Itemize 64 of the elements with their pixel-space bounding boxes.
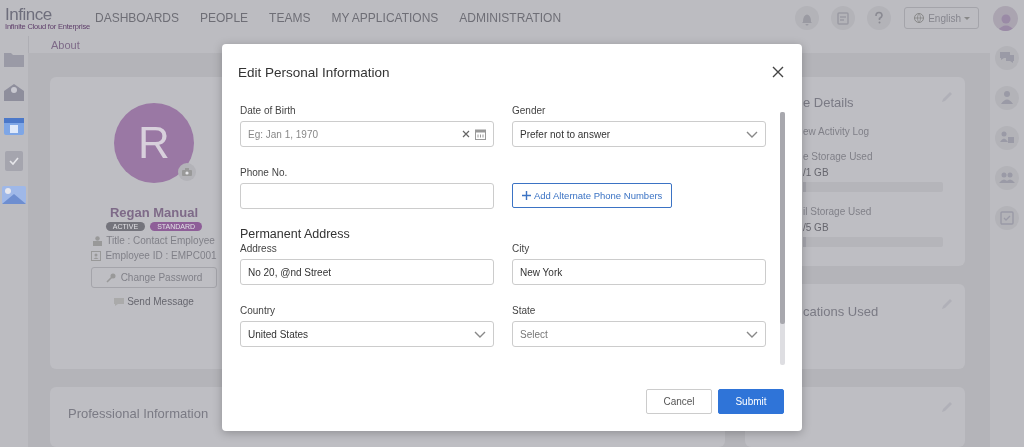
select-field[interactable]: United States: [240, 321, 494, 347]
field-label: Address: [240, 243, 278, 256]
checklist-icon[interactable]: [4, 150, 24, 172]
caret-icon: [964, 16, 970, 20]
speech-bubble-icon: [114, 297, 125, 306]
meter-reading: /5 GB: [803, 222, 829, 233]
date-field[interactable]: Eg: Jan 1, 1970: [240, 121, 494, 147]
input-field[interactable]: New York: [512, 259, 766, 285]
globe-icon: [913, 12, 926, 24]
card-title: e Details: [803, 95, 854, 110]
logo-text: Infince: [5, 5, 53, 23]
camera-icon: [182, 168, 192, 176]
cancel-button[interactable]: Cancel: [646, 389, 712, 414]
meter-reading: /1 GB: [803, 167, 829, 178]
nav-link[interactable]: PEOPLE: [200, 11, 249, 25]
field-label: State: [512, 305, 537, 318]
avatar[interactable]: [993, 5, 1018, 31]
meter-label: e Storage Used: [803, 151, 873, 162]
employee-id: Employee ID : EMPC001: [105, 250, 217, 261]
folder-icon[interactable]: [3, 50, 25, 68]
job-title: Title : Contact Employee: [106, 235, 215, 246]
date-input[interactable]: Eg: Jan 1, 1970: [248, 128, 457, 140]
nav-link[interactable]: MY APPLICATIONS: [331, 11, 439, 25]
clear-icon[interactable]: [462, 130, 470, 138]
change-password-button[interactable]: Change Password: [90, 267, 218, 288]
field-label: Phone No.: [240, 167, 289, 180]
scrollbar-thumb[interactable]: [780, 112, 785, 324]
calendar-check-icon[interactable]: [998, 209, 1016, 227]
person-icon[interactable]: [998, 89, 1016, 107]
nav-link[interactable]: ADMINISTRATION: [459, 11, 562, 25]
field-label: Date of Birth: [240, 105, 297, 118]
field-label: Country: [240, 305, 276, 318]
select-field[interactable]: Prefer not to answer: [512, 121, 766, 147]
scrollbar-track[interactable]: [780, 112, 785, 365]
add-phone-button[interactable]: Add Alternate Phone Numbers: [512, 183, 673, 208]
camera-button[interactable]: [178, 163, 196, 181]
close-button[interactable]: [772, 66, 784, 78]
plus-icon: [522, 191, 531, 200]
close-icon: [772, 66, 784, 78]
section-heading: Permanent Address: [240, 227, 351, 241]
card-title: cations Used: [803, 304, 879, 319]
modal-title: Edit Personal Information: [238, 64, 390, 80]
calendar-icon[interactable]: [3, 116, 25, 136]
chevron-down-icon: [746, 130, 758, 138]
input-field[interactable]: No 20, @nd Street: [240, 259, 494, 285]
field-label: Gender: [512, 105, 547, 118]
id-card-icon: [91, 250, 102, 261]
chevron-down-icon: [474, 330, 486, 338]
profile-name: Regan Manual: [109, 205, 199, 220]
section-heading: Professional Information: [68, 406, 209, 421]
person-icon: [93, 235, 103, 246]
input-field[interactable]: [240, 183, 494, 209]
field-label: City: [512, 243, 531, 256]
image-icon[interactable]: [2, 186, 26, 204]
mail-icon[interactable]: [3, 82, 25, 102]
key-icon: [105, 272, 116, 283]
submit-button[interactable]: Submit: [718, 389, 784, 414]
profile-avatar: R: [114, 103, 194, 183]
nav-link[interactable]: TEAMS: [269, 11, 311, 25]
select-field[interactable]: Select: [512, 321, 766, 347]
chevron-down-icon: [746, 330, 758, 338]
calendar-icon[interactable]: [475, 128, 486, 140]
send-message-link[interactable]: Send Message: [114, 296, 194, 307]
nav-link[interactable]: DASHBOARDS: [95, 11, 180, 25]
